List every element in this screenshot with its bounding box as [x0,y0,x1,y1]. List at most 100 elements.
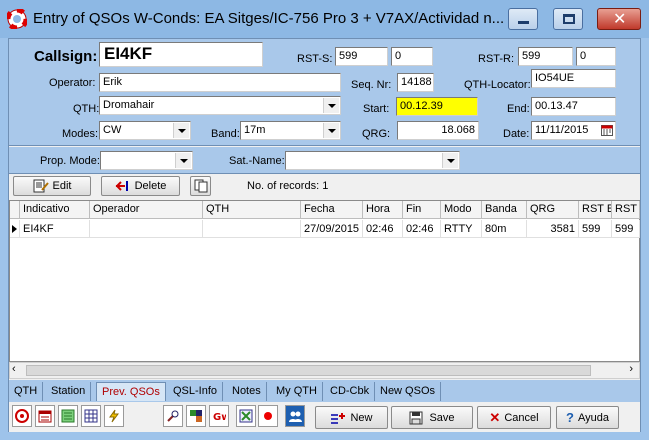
help-button[interactable]: ? Ayuda [556,406,619,429]
window-title: Entry of QSOs W-Conds: EA Sitges/IC-756 … [33,10,505,27]
close-icon: ✕ [613,9,627,28]
qth-locator-field[interactable]: IO54UE [531,69,616,88]
table-row[interactable]: EI4KF 27/09/2015 02:46 02:46 RTTY 80m 35… [10,220,640,239]
column-header[interactable]: Operador [90,201,203,219]
table-cell: 80m [482,220,527,238]
column-header[interactable]: Banda [482,201,527,219]
maximize-icon [563,14,575,24]
band-label: Band: [211,128,240,140]
qrg-label: QRG: [362,128,391,140]
new-button[interactable]: New [315,406,388,429]
column-header[interactable]: Fecha [301,201,363,219]
chevron-down-icon[interactable] [175,153,191,168]
tab-new-qsos[interactable]: New QSOs [375,382,442,401]
rst-r-extra-field[interactable]: 0 [576,47,616,66]
lifebuoy-icon [7,9,27,29]
horizontal-scrollbar[interactable]: ‹ › [9,362,640,379]
tab-prev-qsos[interactable]: Prev. QSOs [96,382,166,401]
cancel-button[interactable]: ✕ Cancel [477,406,551,429]
tab-qth[interactable]: QTH [9,382,44,401]
target-icon[interactable] [12,405,32,427]
column-header[interactable]: RST E [579,201,612,219]
column-header[interactable]: Indicativo [20,201,90,219]
row-selector-header [10,201,20,219]
column-header[interactable]: Fin [403,201,441,219]
rst-s-field[interactable]: 599 [335,47,388,66]
table-cell [203,220,301,238]
current-row-icon [10,220,20,238]
map-icon[interactable] [58,405,78,427]
chevron-down-icon[interactable] [173,123,189,138]
callsign-field[interactable]: EI4KF [99,42,263,67]
table-cell [90,220,203,238]
scroll-thumb[interactable] [26,365,591,376]
spot-icon[interactable] [236,405,256,427]
svg-text:Gw: Gw [213,412,226,423]
table-cell: 599 [579,220,612,238]
new-label: New [350,411,373,424]
sat-name-combo[interactable] [285,151,460,170]
close-button[interactable]: ✕ [597,8,641,30]
puzzle-icon[interactable] [186,405,206,427]
table-cell: 599 [612,220,640,238]
save-button[interactable]: Save [391,406,473,429]
rst-r-field[interactable]: 599 [518,47,573,66]
save-icon [409,411,423,424]
date-label: Date: [503,128,530,140]
help-label: Ayuda [577,411,609,424]
qth-combo[interactable]: Dromahair [99,96,341,115]
tab-cd-cbk[interactable]: CD-Cbk [325,382,376,401]
chevron-down-icon[interactable] [323,98,339,113]
tab-notes[interactable]: Notes [227,382,267,401]
seq-nr-field[interactable]: 14188 [397,73,434,92]
chevron-down-icon[interactable] [442,153,458,168]
records-count: No. of records: 1 [247,180,329,192]
qrg-field[interactable]: 18.068 [397,121,479,140]
end-time-field[interactable]: 00.13.47 [531,97,616,116]
calendar-grid-icon[interactable] [35,405,55,427]
satellite-icon[interactable] [163,405,183,427]
help-icon: ? [566,410,574,425]
column-header[interactable]: Hora [363,201,403,219]
scroll-right-icon[interactable]: › [629,363,633,375]
date-picker[interactable]: 11/11/2015 [531,121,616,140]
mode-combo[interactable]: CW [99,121,191,140]
table-cell: 02:46 [403,220,441,238]
minimize-button[interactable] [508,8,538,30]
tab-station[interactable]: Station [46,382,92,401]
edit-button[interactable]: Edit [13,176,91,196]
record-icon[interactable] [258,405,278,427]
lightning-icon[interactable] [104,405,124,427]
chevron-down-icon[interactable] [323,123,339,138]
scroll-left-icon[interactable]: ‹ [12,363,16,375]
table-cell: EI4KF [20,220,90,238]
callsign-label: Callsign: [34,48,98,65]
operator-field[interactable]: Erik [99,73,341,92]
tab-qsl-info[interactable]: QSL-Info [168,382,224,401]
table-cell: 02:46 [363,220,403,238]
calendar-icon[interactable] [601,124,613,136]
maximize-button[interactable] [553,8,583,30]
column-header[interactable]: QTH [203,201,301,219]
qth-locator-label: QTH-Locator: [464,79,531,91]
band-combo[interactable]: 17m [240,121,341,140]
cancel-label: Cancel [504,411,539,424]
qso-table[interactable]: Indicativo Operador QTH Fecha Hora Fin M… [9,200,640,362]
copy-icon [194,179,207,193]
prop-mode-label: Prop. Mode: [40,155,100,167]
modes-label: Modes: [62,128,99,140]
grid-icon[interactable] [81,405,101,427]
gw-icon[interactable]: Gw [209,405,229,427]
qth-label: QTH: [73,103,100,115]
column-header[interactable]: QRG [527,201,579,219]
column-header[interactable]: Modo [441,201,482,219]
start-time-field[interactable]: 00.12.39 [396,97,478,116]
rst-s-extra-field[interactable]: 0 [391,47,433,66]
prop-mode-combo[interactable] [100,151,193,170]
tab-my-qth[interactable]: My QTH [271,382,323,401]
users-icon[interactable] [285,405,305,427]
column-header[interactable]: RST [612,201,640,219]
table-cell: 27/09/2015 [301,220,363,238]
copy-button[interactable] [190,176,211,196]
delete-button[interactable]: Delete [101,176,180,196]
